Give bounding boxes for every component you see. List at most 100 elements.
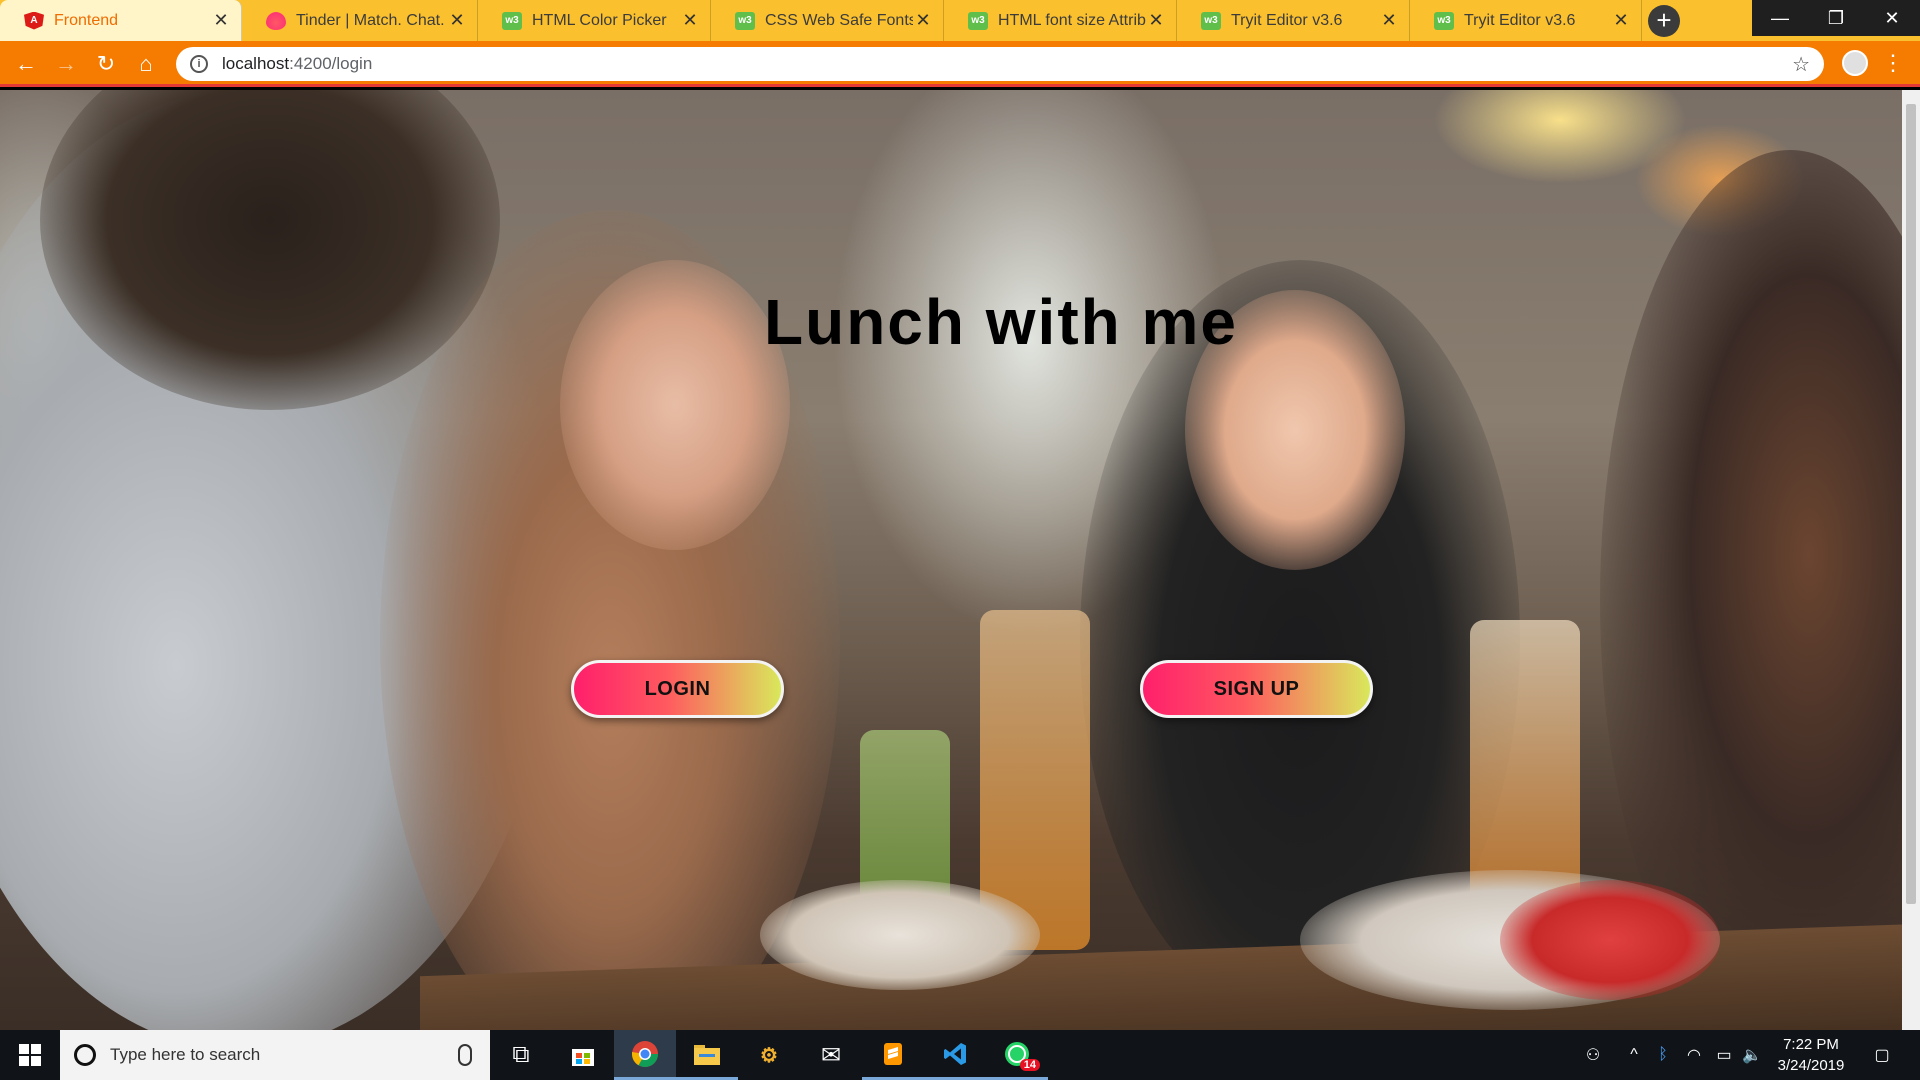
w3schools-icon: w3 [735, 11, 755, 30]
sublime-text-button[interactable] [862, 1030, 924, 1080]
microphone-icon[interactable] [458, 1044, 472, 1066]
people-icon: ⚇ [1585, 1047, 1601, 1064]
store-icon [572, 1049, 594, 1066]
tab-title: CSS Web Safe Fonts [765, 11, 913, 29]
close-icon[interactable]: ✕ [1379, 10, 1399, 31]
volume-icon: 🔈 [1742, 1047, 1762, 1064]
close-icon: ✕ [1884, 7, 1900, 28]
url-path: :4200/login [289, 54, 373, 73]
close-icon[interactable]: ✕ [913, 10, 933, 31]
w3schools-icon: w3 [502, 11, 522, 30]
chevron-up-icon: ^ [1630, 1046, 1638, 1063]
store-button[interactable] [552, 1030, 614, 1080]
tab-title: Tinder | Match. Chat. Date. [296, 11, 447, 29]
start-button[interactable] [0, 1030, 60, 1080]
notification-badge: 14 [1019, 1059, 1040, 1071]
system-clock[interactable]: 7:22 PM 3/24/2019 [1768, 1034, 1854, 1076]
close-window-button[interactable]: ✕ [1864, 0, 1920, 36]
mail-button[interactable]: ✉ [800, 1030, 862, 1080]
sublime-text-icon [884, 1042, 902, 1065]
page-title: Lunch with me [764, 286, 1238, 358]
notification-icon: ▢ [1874, 1047, 1890, 1064]
angular-icon: A [24, 11, 44, 30]
close-icon[interactable]: ✕ [447, 10, 467, 31]
volume-button[interactable]: 🔈 [1738, 1030, 1766, 1080]
tab-tryit-editor[interactable]: w3 Tryit Editor v3.6 ✕ [1410, 0, 1642, 41]
page-scrollbar[interactable] [1902, 90, 1920, 1030]
profile-avatar[interactable] [1842, 50, 1868, 76]
mail-icon: ✉ [820, 1041, 842, 1069]
search-placeholder: Type here to search [110, 1045, 261, 1064]
browser-toolbar: ← → ↻ ⌂ i localhost:4200/login ☆ ⋮ [0, 41, 1920, 87]
arrow-right-icon: → [55, 51, 77, 76]
menu-icon[interactable]: ⋮ [1882, 49, 1904, 79]
restore-button[interactable]: ❐ [1808, 0, 1864, 36]
task-view-button[interactable]: ⧉ [490, 1030, 552, 1080]
info-icon[interactable]: i [190, 55, 208, 73]
chrome-icon [631, 1040, 659, 1067]
w3schools-icon: w3 [1434, 11, 1454, 30]
w3schools-icon: w3 [1201, 11, 1221, 30]
bluetooth-button[interactable]: ᛒ [1650, 1030, 1676, 1080]
close-icon[interactable]: ✕ [211, 10, 231, 31]
tab-html-color-picker[interactable]: w3 HTML Color Picker ✕ [478, 0, 711, 41]
windows-taskbar: Type here to search ⧉ ⚙ ✉ 14 ⚇ ^ ᛒ ◠ ▭ 🔈 [0, 1030, 1920, 1080]
tab-title: Tryit Editor v3.6 [1464, 11, 1576, 29]
clock-date: 3/24/2019 [1777, 1057, 1845, 1074]
minimize-icon: — [1771, 7, 1789, 28]
tab-tinder[interactable]: Tinder | Match. Chat. Date. ✕ [242, 0, 478, 41]
bookmark-star-icon[interactable]: ☆ [1792, 52, 1810, 77]
action-center-button[interactable]: ▢ [1862, 1030, 1902, 1080]
restore-icon: ❐ [1827, 7, 1845, 28]
windows-icon [19, 1044, 41, 1066]
close-icon[interactable]: ✕ [1611, 10, 1631, 31]
battery-button[interactable]: ▭ [1710, 1030, 1738, 1080]
tab-title: Tryit Editor v3.6 [1231, 11, 1343, 29]
screen: A Frontend ✕ Tinder | Match. Chat. Date.… [0, 0, 1920, 1080]
food-shape [1500, 880, 1720, 1000]
login-button[interactable]: LOGIN [571, 660, 784, 718]
tab-css-web-safe-fonts[interactable]: w3 CSS Web Safe Fonts ✕ [711, 0, 944, 41]
close-icon[interactable]: ✕ [1146, 10, 1166, 31]
whatsapp-button[interactable]: 14 [986, 1030, 1048, 1080]
tab-title: Frontend [54, 11, 119, 29]
people-button[interactable]: ⚇ [1576, 1030, 1610, 1080]
wifi-icon: ◠ [1687, 1047, 1701, 1064]
vscode-icon [944, 1042, 966, 1065]
file-explorer-button[interactable] [676, 1030, 738, 1080]
tab-html-font-size[interactable]: w3 HTML font size Attribute ✕ [944, 0, 1177, 41]
tinder-icon [266, 11, 286, 30]
tab-title: HTML font size Attribute [998, 11, 1146, 29]
new-tab-button[interactable]: + [1648, 5, 1680, 37]
home-button[interactable]: ⌂ [132, 50, 160, 78]
show-hidden-icons-button[interactable]: ^ [1620, 1030, 1648, 1080]
tab-strip: A Frontend ✕ Tinder | Match. Chat. Date.… [0, 0, 1920, 41]
battery-icon: ▭ [1716, 1047, 1732, 1064]
taskbar-search[interactable]: Type here to search [60, 1030, 490, 1080]
tab-frontend[interactable]: A Frontend ✕ [0, 0, 242, 41]
tab-tryit-editor[interactable]: w3 Tryit Editor v3.6 ✕ [1177, 0, 1410, 41]
home-icon: ⌂ [139, 51, 153, 76]
signup-button[interactable]: SIGN UP [1140, 660, 1373, 718]
arrow-left-icon: ← [15, 51, 37, 76]
file-explorer-icon [694, 1044, 720, 1065]
app-button[interactable]: ⚙ [738, 1030, 800, 1080]
chrome-button[interactable] [614, 1030, 676, 1080]
url-host: localhost [222, 54, 290, 73]
app-icon: ⚙ [760, 1044, 778, 1067]
page-background: Lunch with me LOGIN SIGN UP [0, 90, 1902, 1030]
reload-button[interactable]: ↻ [92, 50, 120, 78]
address-bar[interactable]: i localhost:4200/login ☆ [176, 47, 1824, 81]
cortana-icon [74, 1044, 96, 1066]
minimize-button[interactable]: — [1752, 0, 1808, 36]
forward-button[interactable]: → [52, 50, 80, 78]
scrollbar-thumb[interactable] [1906, 104, 1916, 904]
network-button[interactable]: ◠ [1680, 1030, 1708, 1080]
close-icon[interactable]: ✕ [680, 10, 700, 31]
url-text[interactable]: localhost:4200/login [222, 54, 372, 74]
reload-icon: ↻ [96, 51, 116, 76]
w3schools-icon: w3 [968, 11, 988, 30]
bluetooth-icon: ᛒ [1658, 1046, 1668, 1063]
vscode-button[interactable] [924, 1030, 986, 1080]
back-button[interactable]: ← [12, 50, 40, 78]
